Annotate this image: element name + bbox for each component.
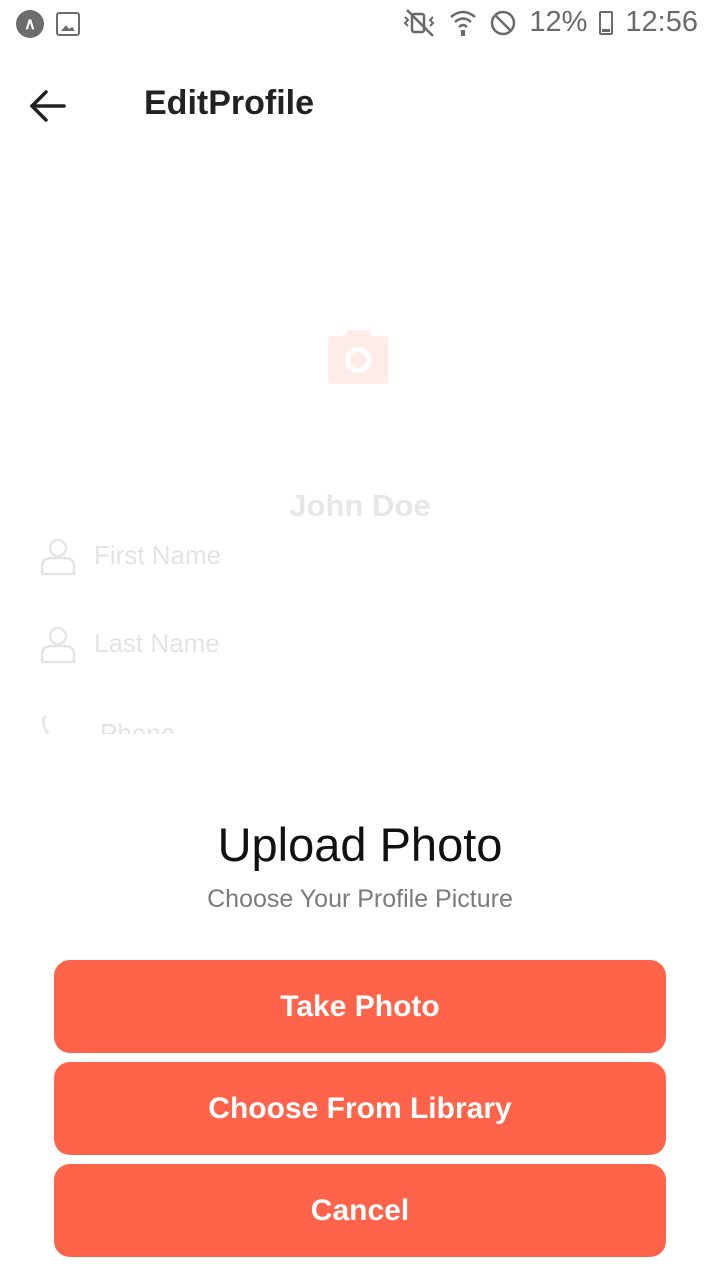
vibrate-off-icon xyxy=(403,8,435,37)
cancel-button[interactable]: Cancel xyxy=(54,1164,666,1257)
image-notification-icon xyxy=(56,12,80,36)
profile-name: John Doe xyxy=(289,488,431,523)
change-photo-button[interactable] xyxy=(326,330,390,386)
sheet-title: Upload Photo xyxy=(217,818,503,871)
last-name-field[interactable]: Last Name xyxy=(38,622,678,672)
choose-from-library-button[interactable]: Choose From Library xyxy=(54,1062,666,1155)
expo-icon: ∧ xyxy=(16,10,44,38)
page-title: EditProfile xyxy=(144,84,315,122)
do-not-disturb-icon xyxy=(491,10,516,35)
phone-placeholder: Phone xyxy=(100,718,176,734)
battery-percentage: 12% xyxy=(529,6,588,38)
last-name-placeholder: Last Name xyxy=(94,628,220,658)
arrow-left-icon xyxy=(30,90,66,122)
phone-icon xyxy=(42,714,50,734)
user-icon xyxy=(40,626,76,664)
user-icon xyxy=(40,538,76,576)
take-photo-button[interactable]: Take Photo xyxy=(54,960,666,1053)
app-header: EditProfile xyxy=(0,60,720,150)
phone-field[interactable]: Phone xyxy=(38,710,678,734)
status-bar: ∧ 12% 12:56 xyxy=(0,0,720,48)
upload-photo-sheet: Upload Photo Choose Your Profile Picture… xyxy=(0,745,720,1280)
sheet-subtitle: Choose Your Profile Picture xyxy=(207,885,513,913)
wifi-icon xyxy=(450,10,477,36)
camera-icon xyxy=(328,330,388,384)
first-name-field[interactable]: First Name xyxy=(38,534,678,584)
battery-charging-icon xyxy=(599,10,614,35)
clock: 12:56 xyxy=(625,6,698,38)
first-name-placeholder: First Name xyxy=(94,540,222,570)
back-button[interactable] xyxy=(24,84,72,128)
